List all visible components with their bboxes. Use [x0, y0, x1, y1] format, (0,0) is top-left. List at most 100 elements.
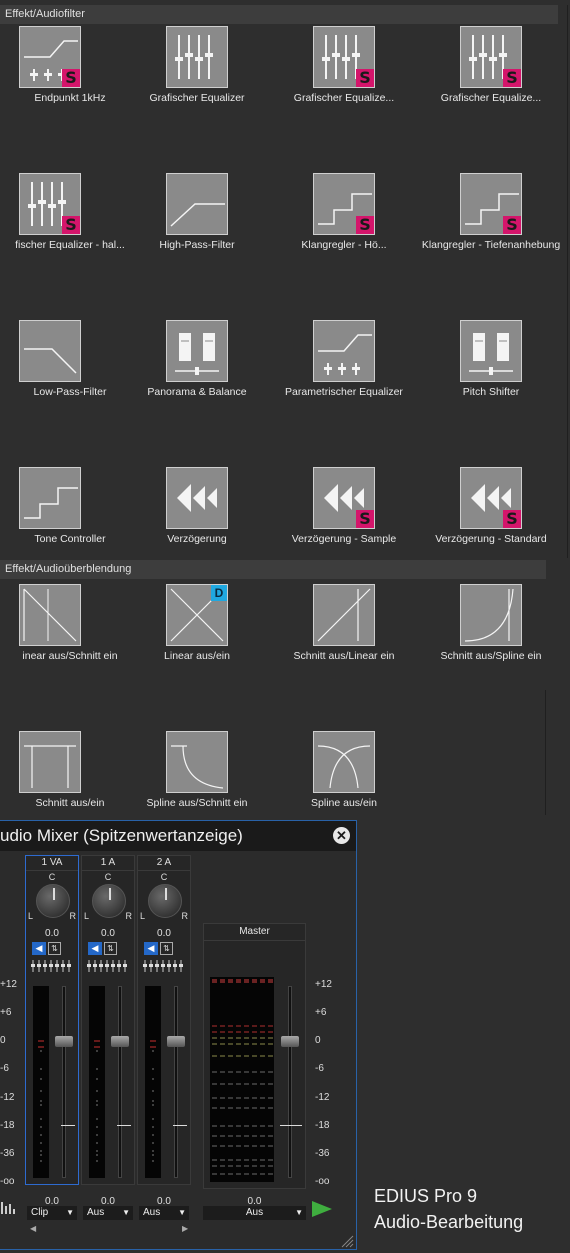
db-scale-label-left: +6	[0, 1007, 12, 1018]
graphic-eq-icon[interactable]	[166, 26, 228, 88]
brand-line-1: EDIUS Pro 9	[374, 1186, 478, 1206]
step-icon[interactable]	[19, 467, 81, 529]
pan-knob[interactable]	[36, 884, 70, 918]
delay-icon[interactable]: S	[313, 467, 375, 529]
resize-grip-icon[interactable]	[340, 1234, 354, 1248]
db-scale-label-right: +12	[315, 979, 332, 990]
master-fader-track[interactable]	[288, 986, 292, 1178]
meter-ticks	[94, 1040, 100, 1162]
mini-eq-icon[interactable]	[30, 960, 76, 972]
linear-cut-icon[interactable]	[19, 584, 81, 646]
d-badge: D	[211, 585, 227, 601]
knob-right-label: R	[181, 911, 189, 921]
delay-icon[interactable]	[166, 467, 228, 529]
scroll-left-icon[interactable]: ◀	[30, 1224, 36, 1233]
s-badge: S	[62, 69, 80, 87]
effect-label: Spline aus/Schnitt ein	[146, 797, 248, 809]
spline-cut-icon[interactable]	[166, 731, 228, 793]
channel-mode-dropdown[interactable]: Aus ▼	[139, 1206, 189, 1220]
meter-ticks	[38, 1040, 44, 1162]
master-fader-handle[interactable]	[281, 1036, 299, 1047]
knob-right-label: R	[125, 911, 133, 921]
effect-label: inear aus/Schnitt ein	[22, 650, 118, 662]
s-badge: S	[503, 69, 521, 87]
spline-cross-icon[interactable]	[313, 731, 375, 793]
knob-right-label: R	[69, 911, 77, 921]
effect-label: Schnitt aus/ein	[35, 797, 105, 809]
chevron-down-icon: ▼	[122, 1208, 130, 1217]
master-peak-line	[280, 1125, 302, 1126]
graphic-eq-icon[interactable]: S	[460, 26, 522, 88]
effect-label: Grafischer Equalizer	[149, 92, 245, 104]
db-scale-label-right: -6	[315, 1063, 324, 1074]
effect-label: fischer Equalizer - hal...	[15, 239, 125, 251]
panorama-icon[interactable]	[166, 320, 228, 382]
speaker-icon[interactable]: ◀	[88, 942, 102, 955]
link-icon[interactable]: ⇅	[160, 942, 173, 955]
meter-settings-icon[interactable]	[0, 1200, 18, 1216]
fader-handle[interactable]	[111, 1036, 129, 1047]
master-name: Master	[204, 924, 305, 941]
knob-center-label: C	[160, 872, 168, 882]
master-mode-dropdown[interactable]: Aus ▼	[203, 1206, 306, 1220]
low-pass-icon[interactable]	[19, 320, 81, 382]
high-pass-icon[interactable]	[166, 173, 228, 235]
cut-cut-icon[interactable]	[19, 731, 81, 793]
close-icon[interactable]: ✕	[333, 827, 350, 844]
fader-handle[interactable]	[55, 1036, 73, 1047]
db-scale-label-left: +12	[0, 979, 17, 990]
s-badge: S	[503, 510, 521, 528]
effect-label: Linear aus/ein	[164, 650, 230, 662]
panorama-icon[interactable]	[460, 320, 522, 382]
link-icon[interactable]: ⇅	[104, 942, 117, 955]
db-scale-label-right: 0	[315, 1035, 321, 1046]
parametric-eq-icon[interactable]: S	[19, 26, 81, 88]
s-badge: S	[356, 510, 374, 528]
fader-track[interactable]	[174, 986, 178, 1178]
linear-cross-icon[interactable]: D	[166, 584, 228, 646]
speaker-icon[interactable]: ◀	[32, 942, 46, 955]
channel-mode-dropdown[interactable]: Clip ▼	[27, 1206, 77, 1220]
knob-center-label: C	[104, 872, 112, 882]
peak-line	[61, 1125, 75, 1126]
channel-name: 1 VA	[26, 856, 78, 871]
channel-mode-dropdown[interactable]: Aus ▼	[83, 1206, 133, 1220]
fader-track[interactable]	[118, 986, 122, 1178]
fader-handle[interactable]	[167, 1036, 185, 1047]
mini-eq-icon[interactable]	[142, 960, 188, 972]
effect-label: Verzögerung - Standard	[435, 533, 547, 545]
peak-line	[117, 1125, 131, 1126]
pan-value: 0.0	[157, 928, 171, 939]
chevron-down-icon: ▼	[178, 1208, 186, 1217]
effect-label: Panorama & Balance	[147, 386, 247, 398]
step-icon[interactable]: S	[313, 173, 375, 235]
cut-spline-icon[interactable]	[460, 584, 522, 646]
dropdown-value: Clip	[31, 1207, 49, 1218]
scroll-right-icon[interactable]: ▶	[182, 1224, 188, 1233]
brand-line-2: Audio-Bearbeitung	[374, 1212, 524, 1232]
link-icon[interactable]: ⇅	[48, 942, 61, 955]
fader-track[interactable]	[62, 986, 66, 1178]
pan-knob[interactable]	[148, 884, 182, 918]
graphic-eq-icon[interactable]: S	[19, 173, 81, 235]
db-scale-label-left: -oo	[0, 1176, 15, 1187]
db-scale-label-left: -18	[0, 1120, 15, 1131]
delay-icon[interactable]: S	[460, 467, 522, 529]
effect-label: Schnitt aus/Linear ein	[293, 650, 395, 662]
effect-label: Low-Pass-Filter	[33, 386, 107, 398]
s-badge: S	[356, 216, 374, 234]
graphic-eq-icon[interactable]: S	[313, 26, 375, 88]
step-icon[interactable]: S	[460, 173, 522, 235]
pan-knob[interactable]	[92, 884, 126, 918]
mini-eq-icon[interactable]	[86, 960, 132, 972]
effect-label: Tone Controller	[34, 533, 106, 545]
db-scale-label-left: -6	[0, 1063, 9, 1074]
speaker-icon[interactable]: ◀	[144, 942, 158, 955]
parametric-eq-icon[interactable]	[313, 320, 375, 382]
s-badge: S	[356, 69, 374, 87]
play-icon[interactable]	[312, 1201, 332, 1217]
cut-linear-icon[interactable]	[313, 584, 375, 646]
audiotransition-header: Effekt/Audioüberblendung	[0, 560, 546, 579]
db-scale-label-right: -36	[315, 1148, 330, 1159]
effect-label: Endpunkt 1kHz	[34, 92, 106, 104]
